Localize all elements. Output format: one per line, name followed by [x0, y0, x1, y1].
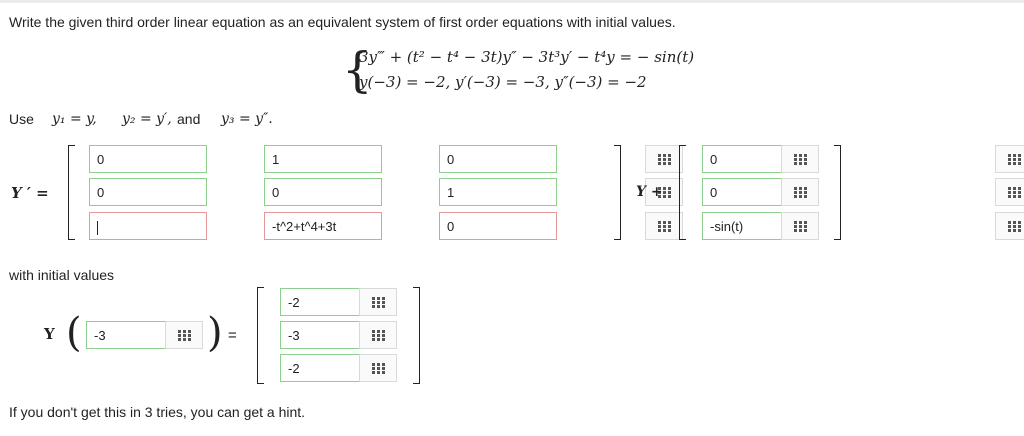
matrix-input-r2c3[interactable]: 1 — [439, 178, 557, 206]
grid-icon[interactable] — [781, 212, 819, 240]
initial-values-label: with initial values — [9, 267, 115, 283]
initial-value-input-2[interactable]: -3 — [280, 321, 360, 349]
y1-definition: y₁ = y, — [52, 111, 97, 127]
y-prime-label: Y ′ = — [11, 184, 49, 202]
matrix-left-bracket — [68, 145, 75, 240]
initial-value-input-3[interactable]: -2 — [280, 354, 360, 382]
matrix-input-r1c2[interactable]: 1 — [264, 145, 382, 173]
matrix-right-bracket — [614, 145, 621, 240]
grid-icon[interactable] — [995, 178, 1024, 206]
equation-line-2: y(−3) = −2, y′(−3) = −3, y″(−3) = −2 — [359, 73, 647, 91]
forcing-left-bracket — [679, 145, 686, 240]
hint-text: If you don't get this in 3 tries, you ca… — [9, 404, 306, 420]
and-label: and — [177, 111, 201, 127]
grid-icon[interactable] — [645, 145, 683, 173]
matrix-input-r3c3[interactable]: 0 — [439, 212, 557, 240]
grid-icon[interactable] — [995, 212, 1024, 240]
grid-icon[interactable] — [359, 321, 397, 349]
matrix-input-r2c1[interactable]: 0 — [89, 178, 207, 206]
y2-definition: y₂ = y′, — [122, 111, 172, 127]
right-paren: ) — [207, 310, 223, 356]
matrix-input-r2c2[interactable]: 0 — [264, 178, 382, 206]
forcing-input-3[interactable]: -sin(t) — [702, 212, 782, 240]
grid-icon[interactable] — [781, 145, 819, 173]
y-initial-label: Y — [44, 325, 55, 343]
y-plus-label: Y + — [636, 184, 663, 200]
initial-value-input-1[interactable]: -2 — [280, 288, 360, 316]
initial-left-bracket — [257, 287, 264, 384]
problem-statement: Write the given third order linear equat… — [9, 14, 676, 30]
text-caret — [97, 220, 98, 235]
grid-icon[interactable] — [359, 354, 397, 382]
y3-definition: y₃ = y″. — [221, 111, 273, 127]
forcing-input-2[interactable]: 0 — [702, 178, 782, 206]
initial-right-bracket — [413, 287, 420, 384]
initial-arg-input[interactable]: -3 — [86, 321, 166, 349]
forcing-input-1[interactable]: 0 — [702, 145, 782, 173]
left-paren: ( — [66, 310, 82, 356]
matrix-input-r3c2[interactable]: -t^2+t^4+3t — [264, 212, 382, 240]
grid-icon[interactable] — [645, 212, 683, 240]
equals-sign: = — [228, 327, 237, 344]
top-border — [0, 0, 1024, 3]
forcing-right-bracket — [834, 145, 841, 240]
matrix-input-r3c1[interactable] — [89, 212, 207, 240]
grid-icon[interactable] — [165, 321, 203, 349]
grid-icon[interactable] — [781, 178, 819, 206]
matrix-input-r1c3[interactable]: 0 — [439, 145, 557, 173]
grid-icon[interactable] — [995, 145, 1024, 173]
grid-icon[interactable] — [359, 288, 397, 316]
use-label: Use — [9, 111, 34, 127]
matrix-input-r1c1[interactable]: 0 — [89, 145, 207, 173]
equation-line-1: 3y‴ + (t² − t⁴ − 3t)y″ − 3t³y′ − t⁴y = −… — [359, 48, 695, 66]
